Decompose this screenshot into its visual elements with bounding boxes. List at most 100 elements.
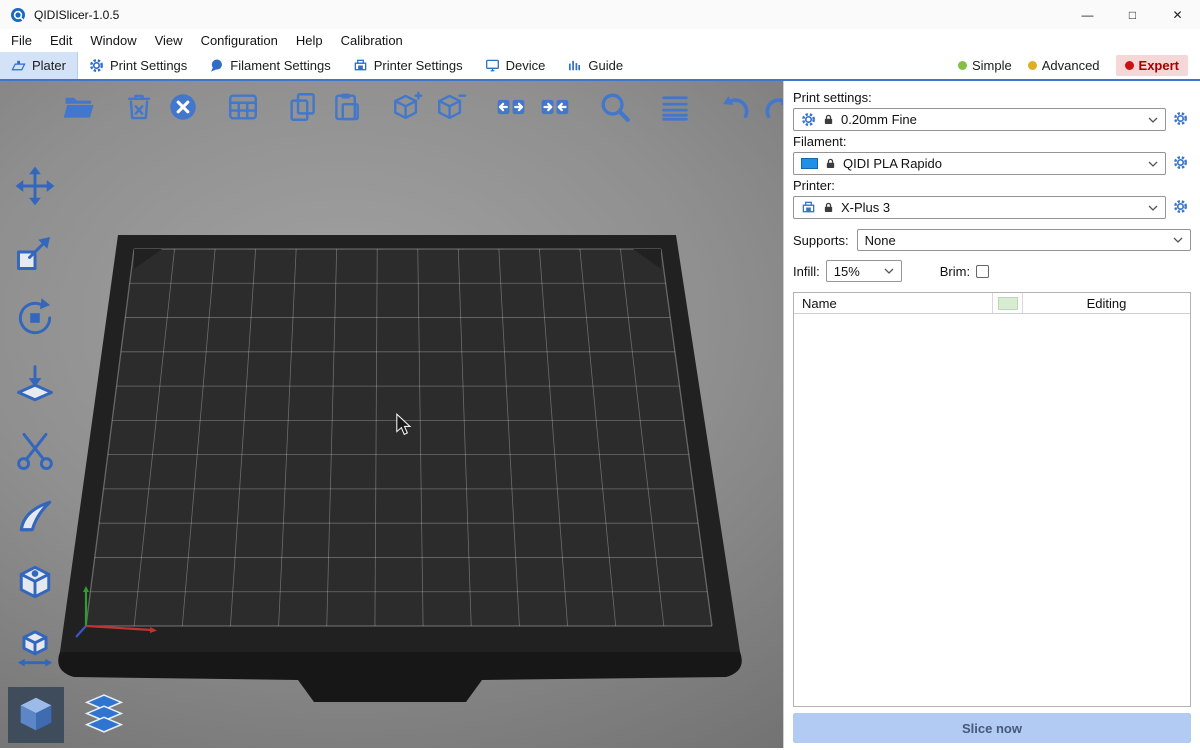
mode-advanced[interactable]: Advanced bbox=[1028, 58, 1100, 73]
rotate-tool-button[interactable] bbox=[9, 293, 61, 343]
expert-mode-dot-icon bbox=[1125, 61, 1134, 70]
plater-3d-viewport[interactable] bbox=[0, 81, 783, 748]
minimize-button[interactable]: — bbox=[1065, 0, 1110, 29]
menu-edit[interactable]: Edit bbox=[41, 29, 81, 52]
mode-advanced-label: Advanced bbox=[1042, 58, 1100, 73]
measure-icon bbox=[13, 626, 57, 670]
supports-select[interactable]: None bbox=[857, 229, 1191, 251]
printer-icon bbox=[801, 200, 816, 215]
qidislicer-window: QIDISlicer-1.0.5 — □ ✕ File Edit Window … bbox=[0, 0, 1200, 750]
mode-simple[interactable]: Simple bbox=[958, 58, 1012, 73]
mouse-cursor-icon bbox=[394, 413, 414, 437]
folder-open-icon bbox=[62, 90, 96, 124]
search-button[interactable] bbox=[596, 88, 634, 126]
scale-tool-button[interactable] bbox=[9, 227, 61, 277]
menu-configuration[interactable]: Configuration bbox=[192, 29, 287, 52]
guide-icon bbox=[567, 58, 582, 73]
cut-tool-button[interactable] bbox=[9, 425, 61, 475]
place-on-face-tool-button[interactable] bbox=[9, 359, 61, 409]
copy-button[interactable] bbox=[284, 88, 322, 126]
delete-all-button[interactable] bbox=[164, 88, 202, 126]
tab-plater[interactable]: Plater bbox=[0, 52, 78, 79]
remove-instance-button[interactable] bbox=[432, 88, 470, 126]
object-list-editing-column-header[interactable]: Editing bbox=[1023, 293, 1190, 313]
lock-icon bbox=[822, 201, 835, 214]
preview-view-button[interactable] bbox=[76, 687, 132, 743]
window-controls: — □ ✕ bbox=[1065, 0, 1200, 29]
window-title: QIDISlicer-1.0.5 bbox=[34, 8, 119, 22]
menu-view[interactable]: View bbox=[146, 29, 192, 52]
mode-expert-label: Expert bbox=[1139, 58, 1179, 73]
tab-printer-settings[interactable]: Printer Settings bbox=[342, 52, 474, 79]
plater-toolbar bbox=[60, 88, 783, 126]
variable-layer-height-button[interactable] bbox=[656, 88, 694, 126]
printer-value: X-Plus 3 bbox=[841, 200, 890, 215]
chevron-down-icon bbox=[1173, 237, 1183, 243]
slice-now-button[interactable]: Slice now bbox=[793, 713, 1191, 743]
add-instance-button[interactable] bbox=[388, 88, 426, 126]
menu-calibration[interactable]: Calibration bbox=[332, 29, 412, 52]
tab-device[interactable]: Device bbox=[474, 52, 557, 79]
tabbar: Plater Print Settings Filament Settings … bbox=[0, 52, 1200, 81]
tab-print-settings[interactable]: Print Settings bbox=[78, 52, 198, 79]
device-icon bbox=[485, 58, 500, 73]
menubar: File Edit Window View Configuration Help… bbox=[0, 29, 1200, 52]
brim-checkbox[interactable] bbox=[976, 265, 989, 278]
supports-value: None bbox=[865, 233, 896, 248]
print-settings-select[interactable]: 0.20mm Fine bbox=[793, 108, 1166, 131]
printer-gear-button[interactable] bbox=[1173, 199, 1191, 217]
paste-button[interactable] bbox=[328, 88, 366, 126]
object-list-body[interactable] bbox=[794, 314, 1190, 706]
object-list: Name Editing bbox=[793, 292, 1191, 707]
mode-expert[interactable]: Expert bbox=[1116, 55, 1188, 76]
seam-tool-button[interactable] bbox=[9, 557, 61, 607]
tab-print-settings-label: Print Settings bbox=[110, 58, 187, 73]
arrange-icon bbox=[226, 90, 260, 124]
object-list-name-column-header[interactable]: Name bbox=[794, 293, 993, 313]
gear-icon bbox=[1173, 199, 1188, 214]
filament-value: QIDI PLA Rapido bbox=[843, 156, 942, 171]
split-to-parts-button[interactable] bbox=[536, 88, 574, 126]
scale-icon bbox=[13, 230, 57, 274]
add-instance-icon bbox=[390, 90, 424, 124]
build-plate[interactable] bbox=[0, 81, 783, 748]
split-objects-icon bbox=[494, 90, 528, 124]
move-tool-button[interactable] bbox=[9, 161, 61, 211]
printer-label: Printer: bbox=[793, 178, 1191, 193]
filament-select[interactable]: QIDI PLA Rapido bbox=[793, 152, 1166, 175]
menu-window[interactable]: Window bbox=[81, 29, 145, 52]
mode-selector: Simple Advanced Expert bbox=[958, 52, 1200, 79]
object-list-extruder-column-header[interactable] bbox=[993, 293, 1023, 313]
editor-view-button[interactable] bbox=[8, 687, 64, 743]
search-icon bbox=[598, 90, 632, 124]
filament-label: Filament: bbox=[793, 134, 1191, 149]
rotate-icon bbox=[13, 296, 57, 340]
print-settings-gear-button[interactable] bbox=[1173, 111, 1191, 129]
maximize-button[interactable]: □ bbox=[1110, 0, 1155, 29]
app-logo-icon bbox=[10, 7, 26, 23]
tab-guide[interactable]: Guide bbox=[556, 52, 634, 79]
object-list-header: Name Editing bbox=[794, 293, 1190, 314]
arrange-button[interactable] bbox=[224, 88, 262, 126]
paint-supports-icon bbox=[13, 494, 57, 538]
copy-icon bbox=[286, 90, 320, 124]
menu-help[interactable]: Help bbox=[287, 29, 332, 52]
split-to-objects-button[interactable] bbox=[492, 88, 530, 126]
tab-guide-label: Guide bbox=[588, 58, 623, 73]
tab-filament-settings[interactable]: Filament Settings bbox=[198, 52, 341, 79]
measure-tool-button[interactable] bbox=[9, 623, 61, 673]
delete-button[interactable] bbox=[120, 88, 158, 126]
paint-supports-tool-button[interactable] bbox=[9, 491, 61, 541]
close-button[interactable]: ✕ bbox=[1155, 0, 1200, 29]
filament-gear-button[interactable] bbox=[1173, 155, 1191, 173]
filament-color-swatch bbox=[801, 158, 818, 169]
printer-select[interactable]: X-Plus 3 bbox=[793, 196, 1166, 219]
menu-file[interactable]: File bbox=[2, 29, 41, 52]
redo-icon bbox=[762, 90, 783, 124]
infill-select[interactable]: 15% bbox=[826, 260, 902, 282]
tab-printer-settings-label: Printer Settings bbox=[374, 58, 463, 73]
redo-button[interactable] bbox=[760, 88, 783, 126]
open-project-button[interactable] bbox=[60, 88, 98, 126]
printer-settings-icon bbox=[353, 58, 368, 73]
undo-button[interactable] bbox=[716, 88, 754, 126]
